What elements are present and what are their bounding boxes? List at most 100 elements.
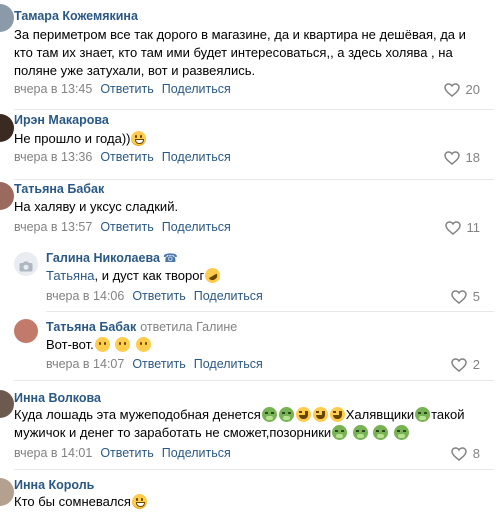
comment-time[interactable]: вчера в 13:45 [14,82,92,96]
laughing-emoji-icon [312,407,328,422]
comment: Инна Волкова Куда лошадь эта мужеподобна… [0,384,504,470]
like-count: 18 [465,150,480,165]
comment-meta: вчера в 13:45 Ответить Поделиться [14,82,231,96]
heart-icon [443,82,460,97]
share-button[interactable]: Поделиться [194,289,263,303]
comment-meta: вчера в 14:01 Ответить Поделиться [14,446,231,460]
author-name[interactable]: Галина Николаева [46,251,160,265]
heart-icon [451,446,467,461]
comment-text-line: За периметром все так дорого в магазине,… [14,27,466,42]
separator [14,380,494,381]
share-button[interactable]: Поделиться [194,357,263,371]
comment-author[interactable]: Галина Николаева ☎ [46,251,178,265]
comment-time[interactable]: вчера в 14:01 [14,446,92,460]
avatar[interactable] [0,390,14,418]
nauseated-emoji-icon [261,407,277,422]
like-count: 5 [472,289,480,304]
avatar[interactable] [0,478,14,506]
reply-button[interactable]: Ответить [100,446,153,460]
avatar[interactable] [14,252,38,276]
comment-author[interactable]: Татьяна Бабак [14,182,104,196]
reply-button[interactable]: Ответить [132,289,185,303]
share-button[interactable]: Поделиться [162,220,231,234]
comment-text-content: Куда лошадь эта мужеподобная денется [14,407,261,422]
comment-text-line: мужичок и денег то заработать не сможет,… [14,424,410,442]
laughing-emoji-icon [329,407,345,422]
reply-button[interactable]: Ответить [132,357,185,371]
nauseated-emoji-icon [278,407,294,422]
camera-icon [19,259,33,276]
nauseated-emoji-icon [394,425,410,440]
comment-text: Вот-вот. [46,336,152,354]
heart-icon [451,289,467,304]
avatar[interactable] [14,319,38,343]
like-button[interactable]: 2 [451,357,480,372]
mention-link[interactable]: Татьяна [46,268,94,283]
no-mouth-emoji-icon [115,337,131,352]
comment-meta: вчера в 13:36 Ответить Поделиться [14,150,231,164]
heart-icon [443,150,460,165]
comment-author[interactable]: Инна Волкова [14,391,101,405]
comment-text-content: Не прошло и года)) [14,131,131,146]
like-button[interactable]: 20 [443,82,480,97]
comment-author[interactable]: Инна Король [14,478,94,492]
comment-text-content: Халявщики [345,407,415,422]
like-button[interactable]: 18 [443,150,480,165]
comment-text: На халяву и уксус сладкий. [14,199,179,214]
share-button[interactable]: Поделиться [162,150,231,164]
comment-text-line: Куда лошадь эта мужеподобная денется Халя… [14,406,464,424]
comment-author[interactable]: Тамара Кожемякина [14,9,138,23]
comment-meta: вчера в 14:07 Ответить Поделиться [46,357,263,371]
comment-text-content: мужичок и денег то заработать не сможет,… [14,425,332,440]
share-button[interactable]: Поделиться [162,82,231,96]
grin-emoji-icon [131,494,147,509]
heart-icon [451,357,467,372]
comment-time[interactable]: вчера в 13:36 [14,150,92,164]
comment-text-line: поляне уже затухали, вот и развеялись. [14,63,256,78]
reply-button[interactable]: Ответить [100,220,153,234]
comment: Тамара Кожемякина За периметром все так … [0,0,504,110]
comment: Инна Король Кто бы сомневался [0,470,504,516]
no-mouth-emoji-icon [135,337,151,352]
comment-text: Кто бы сомневался [14,493,148,511]
comment: Ирэн Макарова Не прошло и года)) вчера в… [0,110,504,180]
avatar[interactable] [0,114,14,142]
comment-text-content: , и дуст как творог [94,268,205,283]
comment-time[interactable]: вчера в 14:06 [46,289,124,303]
comment-author[interactable]: Ирэн Макарова [14,113,109,127]
comment-text-content: такой [431,407,465,422]
share-button[interactable]: Поделиться [162,446,231,460]
phone-icon: ☎ [162,251,178,265]
comment-text-content: Вот-вот. [46,337,94,352]
nauseated-emoji-icon [373,425,389,440]
reply-button[interactable]: Ответить [100,150,153,164]
reply-comment: Галина Николаева ☎ Татьяна, и дуст как тв… [0,246,504,312]
like-count: 2 [472,357,480,372]
like-button[interactable]: 8 [451,446,480,461]
comment-time[interactable]: вчера в 14:07 [46,357,124,371]
comment-meta: вчера в 13:57 Ответить Поделиться [14,220,231,234]
reply-comment: Татьяна Бабак ответила Галине Вот-вот. вч… [0,312,504,381]
comment-text: Не прошло и года)) [14,130,147,148]
nauseated-emoji-icon [352,425,368,440]
nauseated-emoji-icon [332,425,348,440]
avatar[interactable] [0,182,14,210]
comment-time[interactable]: вчера в 13:57 [14,220,92,234]
no-mouth-emoji-icon [94,337,110,352]
avatar[interactable] [0,4,14,32]
like-count: 20 [465,82,480,97]
like-button[interactable]: 11 [444,220,481,235]
comment-meta: вчера в 14:06 Ответить Поделиться [46,289,263,303]
comment-text-content: Кто бы сомневался [14,494,131,509]
rofl-emoji-icon [202,265,223,286]
nauseated-emoji-icon [415,407,431,422]
comment: Татьяна Бабак На халяву и уксус сладкий.… [0,180,504,242]
reply-button[interactable]: Ответить [100,82,153,96]
replied-to[interactable]: ответила Галине [140,320,237,334]
like-button[interactable]: 5 [451,289,480,304]
author-name[interactable]: Татьяна Бабак [46,320,136,334]
like-count: 8 [472,446,480,461]
heart-icon [444,220,461,235]
like-count: 11 [466,220,481,235]
comment-author[interactable]: Татьяна Бабак ответила Галине [46,320,237,334]
